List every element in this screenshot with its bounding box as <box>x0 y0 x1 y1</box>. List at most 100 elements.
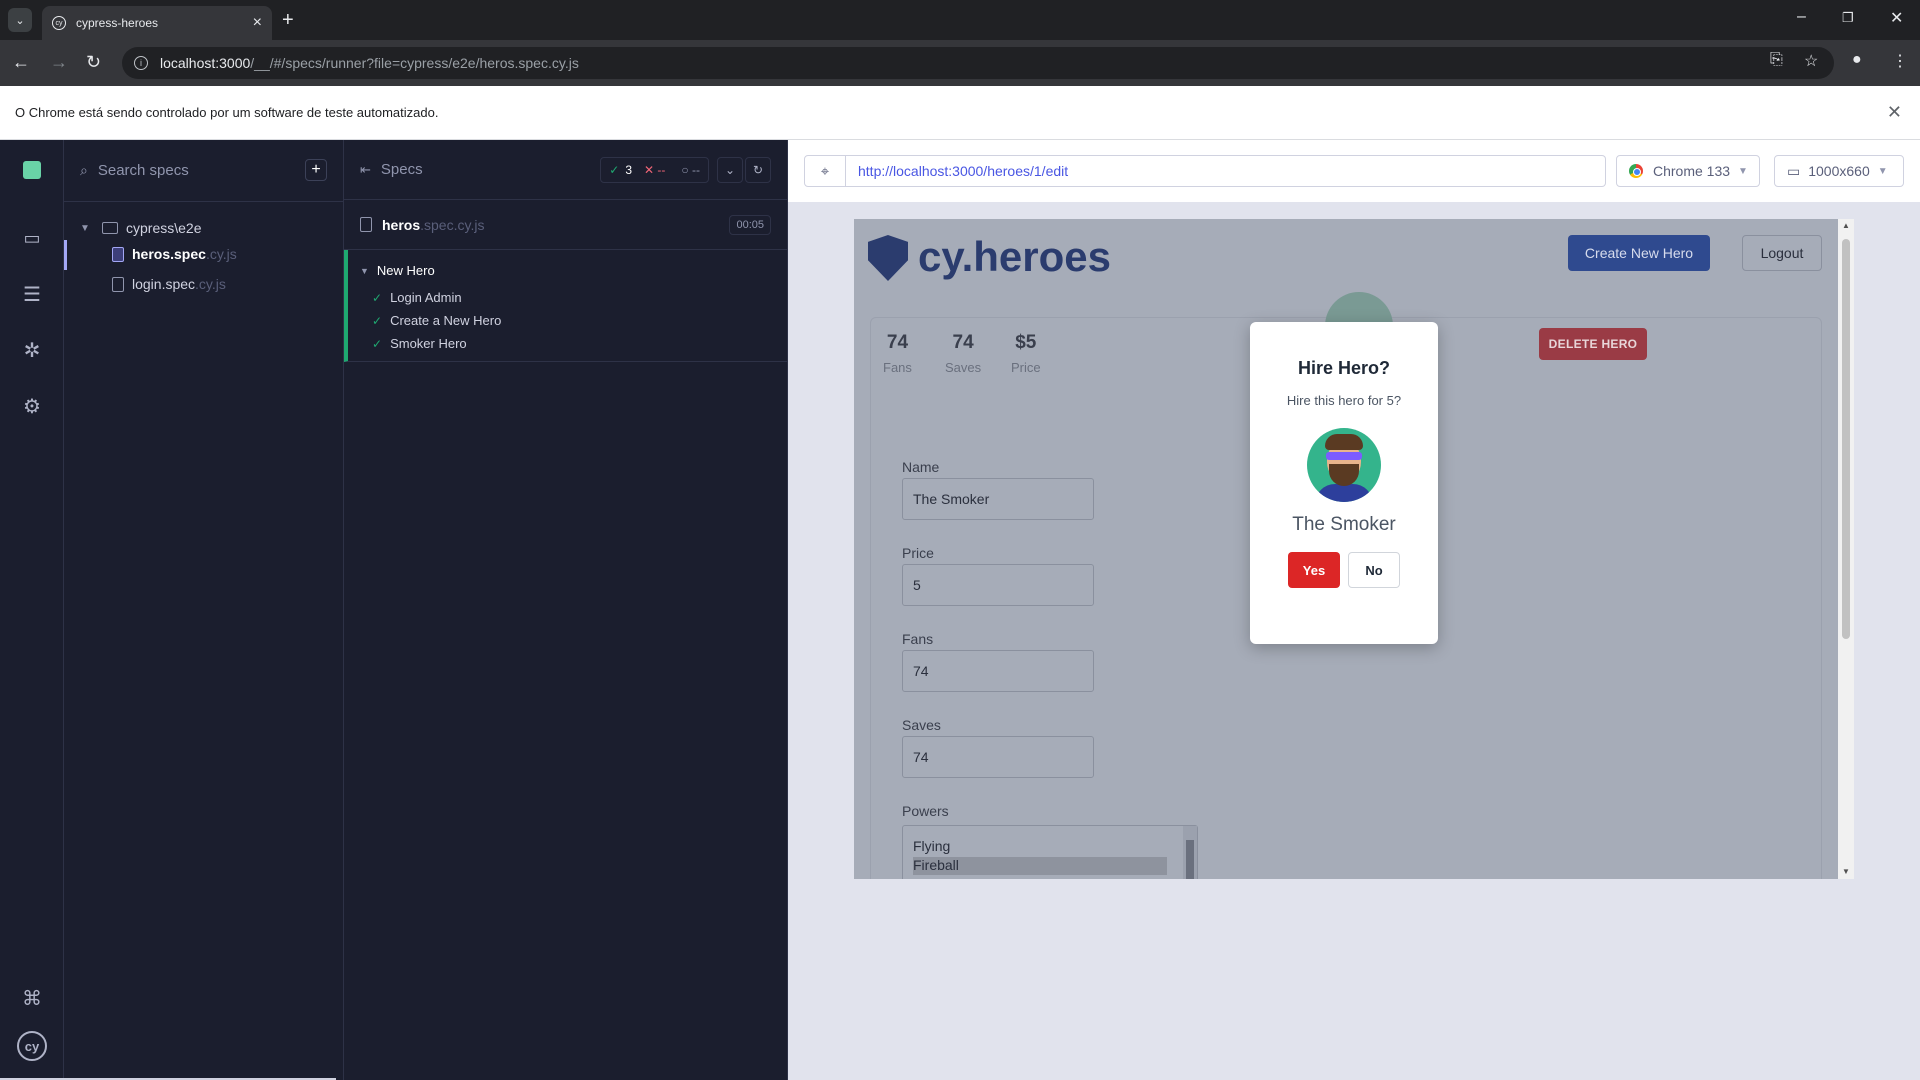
fans-label: Fans <box>902 631 934 647</box>
divider <box>64 201 343 202</box>
cypress-favicon-icon: cy <box>52 16 66 30</box>
hero-app-header: cy.heroes Create New Hero Logout <box>854 219 1838 295</box>
chrome-menu-icon[interactable]: ⋮ <box>1892 51 1908 71</box>
file-icon <box>360 217 372 232</box>
power-option-selected[interactable]: Fireball <box>913 857 1167 875</box>
hire-hero-modal: Hire Hero? Hire this hero for 5? The Smo… <box>1250 322 1438 644</box>
test-stats: ✓ 3 ✕ -- ○ -- <box>600 156 709 183</box>
running-spec-ext: .spec.cy.js <box>420 216 485 233</box>
browser-titlebar: ⌄ cy cypress-heroes × + – ❐ ✕ <box>0 0 1920 40</box>
tab-close-icon[interactable]: × <box>253 14 262 32</box>
scroll-up-icon[interactable]: ▲ <box>1842 221 1850 230</box>
restore-icon[interactable]: ❐ <box>1842 10 1854 26</box>
delete-hero-button[interactable]: DELETE HERO <box>1539 328 1647 360</box>
logout-button[interactable]: Logout <box>1742 235 1822 271</box>
browser-selector[interactable]: Chrome 133 ▼ <box>1616 155 1760 187</box>
powers-multiselect[interactable]: Flying Fireball <box>902 825 1198 879</box>
viewport-selector[interactable]: ▭ 1000x660 ▼ <box>1774 155 1904 187</box>
create-new-hero-button[interactable]: Create New Hero <box>1568 235 1710 271</box>
new-spec-button[interactable]: + <box>305 159 327 181</box>
test-item[interactable]: ✓ Smoker Hero <box>372 336 467 351</box>
address-path: /__/#/specs/runner?file=cypress/e2e/hero… <box>250 55 579 71</box>
translate-icon[interactable]: ⎘ <box>1770 51 1783 69</box>
stat-fans: 74 Fans <box>883 332 912 375</box>
price-input[interactable]: 5 <box>902 564 1094 606</box>
address-url: localhost:3000/__/#/specs/runner?file=cy… <box>160 55 579 71</box>
stat-value: $5 <box>1015 332 1037 353</box>
spec-file-heros[interactable]: heros.spec .cy.js <box>112 246 237 262</box>
chevron-down-icon: ▼ <box>80 222 90 234</box>
runs-icon[interactable]: ▭ <box>20 226 44 250</box>
forward-icon[interactable]: → <box>50 51 68 73</box>
infobar-text: O Chrome está sendo controlado por um so… <box>15 105 439 120</box>
search-icon: ⌕ <box>80 161 88 178</box>
new-tab-icon[interactable]: + <box>282 8 294 32</box>
stat-saves: 74 Saves <box>945 332 981 375</box>
pass-check-icon: ✓ <box>372 336 383 351</box>
name-input[interactable]: The Smoker <box>902 478 1094 520</box>
spec-file-login[interactable]: login.spec .cy.js <box>112 276 226 292</box>
settings-gear-icon[interactable]: ⚙ <box>20 394 44 418</box>
test-name: Smoker Hero <box>390 336 467 351</box>
viewport-icon: ▭ <box>1787 162 1801 179</box>
pending-count: -- <box>692 162 700 177</box>
reload-icon[interactable]: ↻ <box>86 51 101 73</box>
fans-input[interactable]: 74 <box>902 650 1094 692</box>
aut-url[interactable]: http://localhost:3000/heroes/1/edit <box>846 155 1606 187</box>
spec-search[interactable]: ⌕ Search specs + <box>64 140 343 200</box>
spec-file-ext: .cy.js <box>205 246 237 262</box>
running-spec-name: heros <box>382 216 421 233</box>
profile-icon[interactable]: ● <box>1852 51 1862 69</box>
powers-scrollbar[interactable] <box>1183 826 1197 879</box>
specs-panel: ⌕ Search specs + ▼ cypress\e2e heros.spe… <box>64 140 344 1080</box>
test-name: Login Admin <box>390 290 462 305</box>
saves-input[interactable]: 74 <box>902 736 1094 778</box>
infobar-close-icon[interactable]: ✕ <box>1887 102 1902 123</box>
specs-list-icon[interactable]: ☰ <box>20 282 44 306</box>
bookmark-star-icon[interactable]: ☆ <box>1804 51 1818 71</box>
iframe-scrollbar[interactable]: ▲ ▼ <box>1838 219 1854 879</box>
folder-row[interactable]: ▼ cypress\e2e <box>80 220 201 236</box>
browser-tab[interactable]: cy cypress-heroes × <box>42 6 272 40</box>
cypress-app: ▭ ☰ ✲ ⚙ ⌘ cy ⌕ Search specs + ▼ cypress\… <box>0 140 1920 1080</box>
no-button[interactable]: No <box>1348 552 1400 588</box>
reporter-title: Specs <box>380 161 423 178</box>
stat-label: Saves <box>945 360 982 375</box>
tab-search-icon[interactable]: ⌄ <box>8 8 32 32</box>
expand-options-icon[interactable]: ⌄ <box>717 156 743 183</box>
reporter-header: ⇤ Specs ✓ 3 ✕ -- ○ -- ⌄ ↻ <box>344 140 787 200</box>
address-bar[interactable]: i localhost:3000/__/#/specs/runner?file=… <box>122 47 1834 79</box>
specs-toggle[interactable]: ⇤ Specs <box>360 161 600 178</box>
suite-title[interactable]: ▼ New Hero <box>360 263 435 278</box>
browser-name: Chrome 133 <box>1653 163 1731 179</box>
selector-playground-icon[interactable]: ⌖ <box>804 155 846 187</box>
passed-check-icon: ✓ <box>609 162 620 177</box>
app-under-test-area: ⌖ http://localhost:3000/heroes/1/edit Ch… <box>788 140 1920 1080</box>
search-input[interactable]: Search specs <box>98 162 305 179</box>
debug-bug-icon[interactable]: ✲ <box>20 338 44 362</box>
test-item[interactable]: ✓ Login Admin <box>372 290 462 305</box>
test-name: Create a New Hero <box>390 313 502 328</box>
spec-duration: 00:05 <box>729 214 771 235</box>
pass-check-icon: ✓ <box>372 313 383 328</box>
minimize-icon[interactable]: – <box>1797 8 1806 26</box>
keyboard-shortcuts-icon[interactable]: ⌘ <box>20 986 44 1010</box>
project-logo-icon[interactable] <box>20 158 44 182</box>
scroll-thumb[interactable] <box>1842 239 1850 639</box>
test-item[interactable]: ✓ Create a New Hero <box>372 313 501 328</box>
failed-x-icon: ✕ -- <box>644 162 666 177</box>
power-option[interactable]: Flying <box>913 838 1167 856</box>
automation-infobar: O Chrome está sendo controlado por um so… <box>0 86 1920 140</box>
cypress-logo-icon[interactable]: cy <box>16 1030 48 1062</box>
back-icon[interactable]: ← <box>12 51 30 73</box>
spec-file-name: login.spec <box>132 276 196 292</box>
modal-message: Hire this hero for 5? <box>1286 393 1402 408</box>
running-spec-row: heros .spec.cy.js 00:05 <box>344 200 787 250</box>
sidebar-nav: ▭ ☰ ✲ ⚙ ⌘ cy <box>0 140 64 1080</box>
site-info-icon[interactable]: i <box>134 56 148 70</box>
window-close-icon[interactable]: ✕ <box>1890 8 1903 28</box>
rerun-icon[interactable]: ↻ <box>745 156 771 183</box>
scroll-down-icon[interactable]: ▼ <box>1842 867 1850 876</box>
yes-button[interactable]: Yes <box>1288 552 1340 588</box>
shield-logo-icon <box>868 235 908 281</box>
